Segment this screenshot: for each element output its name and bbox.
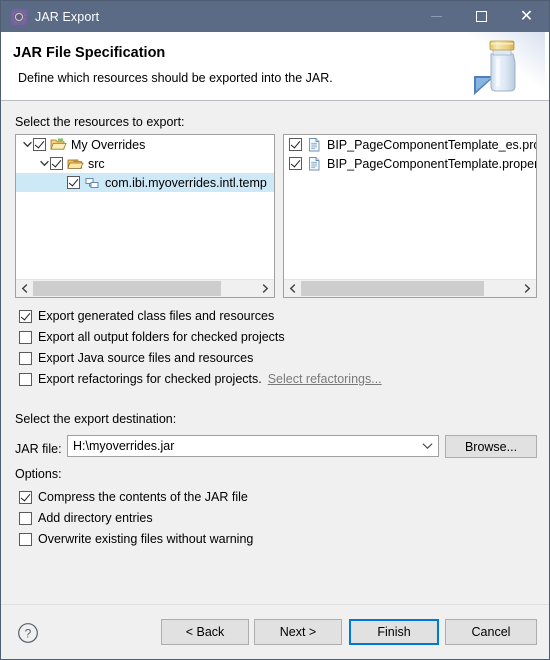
tree-item-src[interactable]: src bbox=[16, 154, 274, 173]
close-icon[interactable]: ✕ bbox=[504, 1, 549, 32]
option-add-directory-entries[interactable]: Add directory entries bbox=[19, 510, 153, 526]
scroll-right-icon[interactable] bbox=[257, 280, 274, 297]
option-checkbox[interactable] bbox=[19, 351, 32, 365]
destination-label: Select the export destination: bbox=[15, 412, 177, 426]
maximize-icon[interactable] bbox=[459, 1, 504, 32]
horizontal-scrollbar[interactable] bbox=[16, 279, 274, 297]
option-export-refactorings[interactable]: Export refactorings for checked projects… bbox=[19, 371, 382, 387]
page-title: JAR File Specification bbox=[13, 45, 166, 61]
cancel-button[interactable]: Cancel bbox=[445, 619, 537, 645]
file-checkbox[interactable] bbox=[289, 157, 302, 170]
page-subtitle: Define which resources should be exporte… bbox=[18, 71, 333, 85]
option-checkbox[interactable] bbox=[19, 309, 32, 323]
horizontal-scrollbar[interactable] bbox=[284, 279, 536, 297]
package-icon bbox=[84, 175, 101, 191]
resource-file-list: BIP_PageComponentTemplate_es.proper BIP_… bbox=[284, 135, 536, 280]
tree-item-label: My Overrides bbox=[71, 137, 146, 152]
file-checkbox[interactable] bbox=[289, 138, 302, 151]
option-checkbox[interactable] bbox=[19, 490, 32, 504]
option-checkbox[interactable] bbox=[19, 532, 32, 546]
wizard-header: JAR File Specification Define which reso… bbox=[1, 32, 549, 101]
jar-file-label: JAR file: bbox=[15, 442, 62, 456]
resource-tree-panel[interactable]: My Overrides src com.ibi.myoverrides.int… bbox=[15, 134, 275, 298]
option-export-generated-class-files[interactable]: Export generated class files and resourc… bbox=[19, 308, 274, 324]
jar-file-input[interactable]: H:\myoverrides.jar bbox=[67, 435, 439, 457]
options-label: Options: bbox=[15, 467, 62, 481]
scroll-left-icon[interactable] bbox=[16, 280, 33, 297]
tree-checkbox[interactable] bbox=[33, 138, 46, 151]
minimize-icon[interactable] bbox=[414, 1, 459, 32]
option-checkbox[interactable] bbox=[19, 330, 32, 344]
file-label: BIP_PageComponentTemplate_es.proper bbox=[327, 137, 536, 152]
option-overwrite-existing-files[interactable]: Overwrite existing files without warning bbox=[19, 531, 253, 547]
list-item[interactable]: BIP_PageComponentTemplate_es.proper bbox=[284, 135, 536, 154]
chevron-down-icon[interactable] bbox=[21, 135, 33, 154]
file-icon bbox=[306, 156, 323, 172]
option-label: Compress the contents of the JAR file bbox=[38, 490, 248, 504]
resource-tree: My Overrides src com.ibi.myoverrides.int… bbox=[16, 135, 274, 280]
scrollbar-thumb[interactable] bbox=[301, 281, 485, 296]
window-title: JAR Export bbox=[35, 9, 100, 24]
option-label: Export Java source files and resources bbox=[38, 351, 254, 365]
tree-item-package[interactable]: com.ibi.myoverrides.intl.temp bbox=[16, 173, 274, 192]
tree-checkbox[interactable] bbox=[50, 157, 63, 170]
next-button[interactable]: Next > bbox=[254, 619, 342, 645]
window-controls: ✕ bbox=[414, 1, 549, 32]
option-label: Overwrite existing files without warning bbox=[38, 532, 254, 546]
svg-text:?: ? bbox=[25, 627, 32, 641]
help-icon[interactable]: ? bbox=[17, 622, 39, 644]
gear-icon bbox=[11, 8, 27, 25]
scrollbar-track[interactable] bbox=[33, 280, 257, 297]
resources-label: Select the resources to export: bbox=[15, 115, 185, 129]
option-export-java-source-files[interactable]: Export Java source files and resources bbox=[19, 350, 253, 366]
option-label: Add directory entries bbox=[38, 511, 153, 525]
dialog-body: Select the resources to export: My Overr… bbox=[1, 101, 549, 604]
scroll-left-icon[interactable] bbox=[284, 280, 301, 297]
chevron-down-icon[interactable] bbox=[416, 442, 438, 450]
option-compress-contents[interactable]: Compress the contents of the JAR file bbox=[19, 489, 248, 505]
scrollbar-track[interactable] bbox=[301, 280, 519, 297]
scroll-right-icon[interactable] bbox=[519, 280, 536, 297]
chevron-down-icon[interactable] bbox=[38, 154, 50, 173]
tree-checkbox[interactable] bbox=[67, 176, 80, 189]
option-export-all-output-folders[interactable]: Export all output folders for checked pr… bbox=[19, 329, 285, 345]
tree-item-my-overrides[interactable]: My Overrides bbox=[16, 135, 274, 154]
option-label: Export refactorings for checked projects… bbox=[38, 372, 262, 386]
select-refactorings-link[interactable]: Select refactorings... bbox=[268, 372, 382, 386]
jar-illustration-icon bbox=[455, 32, 545, 100]
source-folder-icon bbox=[67, 156, 84, 172]
file-label: BIP_PageComponentTemplate.properties bbox=[327, 156, 536, 171]
tree-item-label: com.ibi.myoverrides.intl.temp bbox=[105, 175, 267, 190]
file-icon bbox=[306, 137, 323, 153]
list-item[interactable]: BIP_PageComponentTemplate.properties bbox=[284, 154, 536, 173]
finish-button[interactable]: Finish bbox=[349, 619, 439, 645]
resource-files-panel[interactable]: BIP_PageComponentTemplate_es.proper BIP_… bbox=[283, 134, 537, 298]
title-bar: JAR Export ✕ bbox=[1, 1, 549, 32]
option-checkbox[interactable] bbox=[19, 372, 32, 386]
dialog-footer: ? < Back Next > Finish Cancel bbox=[1, 604, 549, 659]
option-label: Export all output folders for checked pr… bbox=[38, 330, 285, 344]
option-label: Export generated class files and resourc… bbox=[38, 309, 275, 323]
jar-file-value[interactable]: H:\myoverrides.jar bbox=[68, 439, 416, 453]
tree-item-label: src bbox=[88, 156, 105, 171]
jar-export-dialog: JAR Export ✕ JAR File Specification Defi… bbox=[0, 0, 550, 660]
scrollbar-thumb[interactable] bbox=[33, 281, 222, 296]
option-checkbox[interactable] bbox=[19, 511, 32, 525]
browse-button[interactable]: Browse... bbox=[445, 435, 537, 458]
open-folder-icon bbox=[50, 137, 67, 153]
back-button[interactable]: < Back bbox=[161, 619, 249, 645]
